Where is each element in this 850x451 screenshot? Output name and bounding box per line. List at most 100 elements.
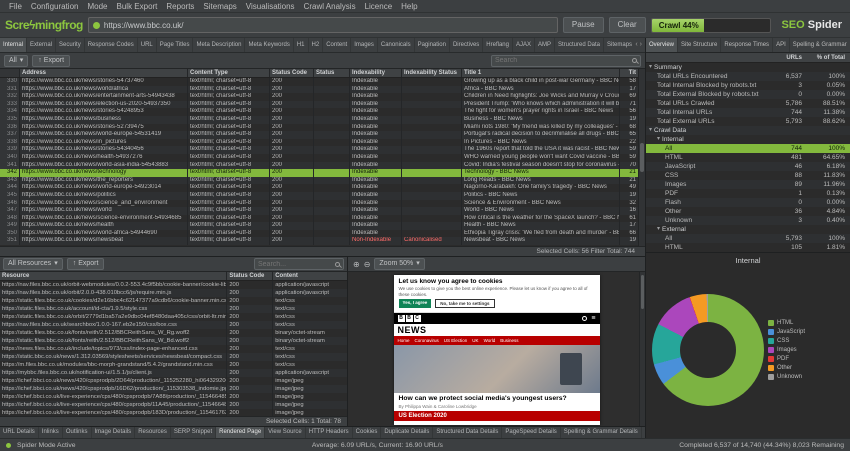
overview-item-html[interactable]: HTML 105 1.81% [646,243,850,252]
crawl-table-row[interactable]: 348 https://www.bbc.co.uk/news/science-en… [0,214,638,223]
bottom-tab-spelling-grammar-details[interactable]: Spelling & Grammar Details [561,427,642,438]
overview-item-other[interactable]: Other 36 4.84% [646,207,850,216]
column-header-title-1[interactable]: Title 1 [462,69,620,77]
menu-crawl-analysis[interactable]: Crawl Analysis [300,2,360,11]
collapse-arrow-icon[interactable]: ▾ [649,126,652,135]
overview-section-external[interactable]: ▾ External [646,225,850,234]
resources-table-row[interactable]: https://ichef.bbci.co.uk/live-experience… [0,401,347,409]
tab-overflow-arrows-icon[interactable]: ‹ › [632,38,645,52]
menu-file[interactable]: File [5,2,26,11]
menu-reports[interactable]: Reports [162,2,198,11]
tab-pagination[interactable]: Pagination [415,38,450,52]
overview-item-total-external-urls[interactable]: Total External URLs 5,793 88.62% [646,117,850,126]
overview-item-flash[interactable]: Flash 0 0.00% [646,198,850,207]
tab-amp[interactable]: AMP [535,38,555,52]
tab-security[interactable]: Security [56,38,85,52]
overview-item-total-external-blocked-by-robots-txt[interactable]: Total External Blocked by robots.txt 0 0.0… [646,90,850,99]
resources-table-row[interactable]: https://ichef.bbci.co.uk/news/420/cpspro… [0,377,347,385]
column-header-status[interactable]: Status [314,69,350,77]
sidebar-tab-overview[interactable]: Overview [646,38,679,52]
overview-section-summary[interactable]: ▾ Summary [646,63,850,72]
menu-mode[interactable]: Mode [83,2,111,11]
menu-licence[interactable]: Licence [361,2,397,11]
crawl-table-row[interactable]: 342 https://www.bbc.co.uk/news/technology… [0,169,638,177]
crawl-table-row[interactable]: 332 https://www.bbc.co.uk/news/entertainm… [0,93,638,101]
scrollbar-thumb[interactable] [640,143,644,172]
sidebar-tab-site-structure[interactable]: Site Structure [678,38,722,52]
menu-sitemaps[interactable]: Sitemaps [199,2,240,11]
bottom-tab-http-headers[interactable]: HTTP Headers [306,427,353,438]
resources-table-row[interactable]: https://static.files.bbc.co.uk/cookies/d… [0,297,347,305]
url-bar[interactable] [87,17,558,33]
crawl-table-row[interactable]: 331 https://www.bbc.co.uk/news/world/afri… [0,85,638,94]
overview-item-pdf[interactable]: PDF 1 0.13% [646,189,850,198]
sidebar-tab-response-times[interactable]: Response Times [721,38,774,52]
tab-url[interactable]: URL [138,38,157,52]
resources-table-row[interactable]: https://static.files.bbc.co.uk/orbit/277… [0,313,347,321]
crawl-table-row[interactable]: 341 https://www.bbc.co.uk/news/world-asia… [0,161,638,170]
crawl-table-row[interactable]: 351 https://www.bbc.co.uk/news/newsbeat te… [0,237,638,246]
resources-table-row[interactable]: https://static.files.bbc.co.uk/account/i… [0,305,347,313]
column-header-tit[interactable]: Tit [620,69,638,77]
overview-item-all[interactable]: All 744 100% [646,144,850,153]
export-button[interactable]: ↑ Export [32,54,71,67]
resources-table-row[interactable]: https://ichef.bbci.co.uk/live-experience… [0,393,347,401]
render-scrollbar[interactable] [639,272,645,426]
search-input[interactable] [495,57,629,64]
resources-table-row[interactable]: https://m.files.bbc.co.uk/modules/bbc-mo… [0,361,347,369]
crawl-table-header[interactable]: Address Content Type Status Code Status Inde… [0,69,638,78]
bottom-tab-serp-snippet[interactable]: SERP Snippet [171,427,217,438]
overview-item-html[interactable]: HTML 481 64.65% [646,153,850,162]
tab-canonicals[interactable]: Canonicals [378,38,415,52]
tab-external[interactable]: External [27,38,57,52]
resources-table-row[interactable]: https://static.bbc.co.uk/news/1.312.0356… [0,353,347,361]
scrollbar-thumb[interactable] [641,275,644,309]
tab-meta-description[interactable]: Meta Description [193,38,246,52]
column-header-resource[interactable]: Resource [0,272,228,280]
tab-response-codes[interactable]: Response Codes [85,38,138,52]
menu-bulk-export[interactable]: Bulk Export [113,2,162,11]
bottom-tab-inlinks[interactable]: Inlinks [39,427,63,438]
pause-button[interactable]: Pause [562,17,604,33]
column-header-indexability[interactable]: Indexability [350,69,402,77]
crawl-table-row[interactable]: 346 https://www.bbc.co.uk/news/science_an… [0,199,638,208]
overview-item-all[interactable]: All 5,793 100% [646,234,850,243]
crawl-table-row[interactable]: 337 https://www.bbc.co.uk/news/world-euro… [0,131,638,139]
tab-page-titles[interactable]: Page Titles [157,38,194,52]
bottom-tab-duplicate-details[interactable]: Duplicate Details [381,427,434,438]
overview-item-css[interactable]: CSS 88 11.83% [646,171,850,180]
resources-search-input[interactable] [258,260,332,268]
overview-item-total-internal-urls[interactable]: Total Internal URLs 744 11.38% [646,108,850,117]
crawl-table-row[interactable]: 338 https://www.bbc.co.uk/news/in_picture… [0,138,638,147]
overview-section-internal[interactable]: ▾ Internal [646,135,850,144]
crawl-table-scrollbar[interactable] [638,69,645,246]
tab-structured-data[interactable]: Structured Data [555,38,605,52]
resources-table-row[interactable]: https://static.files.bbc.co.uk/fonts/rei… [0,337,347,345]
tab-hreflang[interactable]: Hreflang [483,38,513,52]
column-header-row-number[interactable] [0,69,20,77]
overview-item-total-internal-blocked-by-robots-txt[interactable]: Total Internal Blocked by robots.txt 3 0.0… [646,81,850,90]
menu-configuration[interactable]: Configuration [27,2,83,11]
crawl-table-row[interactable]: 345 https://www.bbc.co.uk/news/politics te… [0,191,638,200]
overview-item-javascript[interactable]: JavaScript 46 6.18% [646,162,850,171]
url-input[interactable] [103,20,553,30]
column-header-indexability-status[interactable]: Indexability Status [402,69,462,77]
tab-internal[interactable]: Internal [0,38,28,52]
overview-item-total-urls-encountered[interactable]: Total URLs Encountered 6,537 100% [646,72,850,81]
bottom-tab-rendered-page[interactable]: Rendered Page [216,427,266,438]
crawl-table-row[interactable]: 340 https://www.bbc.co.uk/news/health-549… [0,153,638,162]
overview-section-crawl-data[interactable]: ▾ Crawl Data [646,126,850,135]
bottom-tab-pagespeed-details[interactable]: PageSpeed Details [502,427,561,438]
crawl-table-row[interactable]: 347 https://www.bbc.co.uk/news/world text/… [0,207,638,215]
column-header-content-type[interactable]: Content Type [188,69,270,77]
column-header-content[interactable]: Content [273,272,347,280]
collapse-arrow-icon[interactable]: ▾ [649,63,652,72]
overview-item-total-urls-crawled[interactable]: Total URLs Crawled 5,786 88.51% [646,99,850,108]
resources-filter-dropdown[interactable]: All Resources ▾ [3,258,63,270]
bottom-tab-outlinks[interactable]: Outlinks [63,427,92,438]
crawl-table-row[interactable]: 333 https://www.bbc.co.uk/news/election-u… [0,100,638,109]
resources-export-button[interactable]: ↑ Export [66,258,105,270]
sidebar-tab-api[interactable]: API [773,38,790,52]
crawl-table-row[interactable]: 336 https://www.bbc.co.uk/news/stories-52… [0,123,638,132]
zoom-in-icon[interactable]: ⊕ [353,260,360,269]
